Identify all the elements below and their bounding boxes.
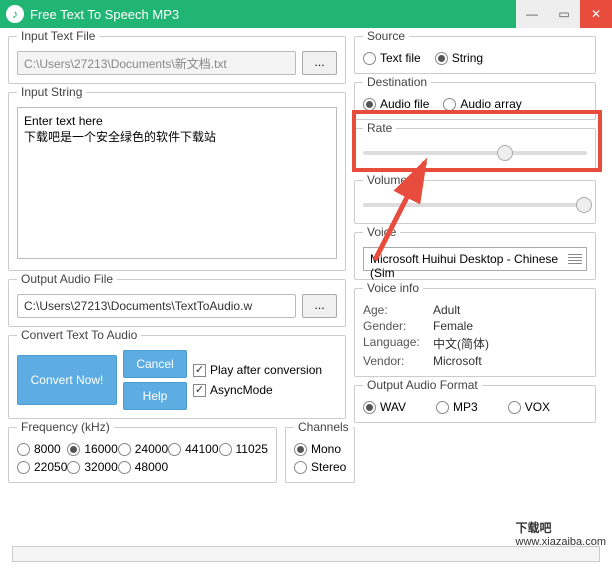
play-after-checkbox[interactable]: Play after conversion (193, 363, 322, 377)
freq-radio-8000[interactable]: 8000 (17, 442, 67, 456)
output-file-path[interactable] (17, 294, 296, 318)
minimize-button[interactable]: — (516, 0, 548, 28)
group-legend: Volume (363, 173, 411, 187)
group-legend: Input Text File (17, 29, 99, 43)
rate-slider[interactable] (363, 143, 587, 163)
group-legend: Source (363, 29, 409, 43)
freq-radio-16000[interactable]: 16000 (67, 442, 117, 456)
channels-group: Channels MonoStereo (285, 427, 355, 483)
format-radio-wav[interactable]: WAV (363, 400, 406, 414)
freq-radio-44100[interactable]: 44100 (168, 442, 218, 456)
format-radio-mp3[interactable]: MP3 (436, 400, 478, 414)
channel-radio-stereo[interactable]: Stereo (294, 460, 346, 474)
rate-group: Rate (354, 128, 596, 172)
voice-info-group: Voice info Age:AdultGender:FemaleLanguag… (354, 288, 596, 377)
group-legend: Frequency (kHz) (17, 420, 114, 434)
voice-info-value: Microsoft (433, 354, 587, 368)
convert-group: Convert Text To Audio Convert Now! Cance… (8, 335, 346, 419)
destination-radio-audio-file[interactable]: Audio file (363, 97, 429, 111)
channel-radio-mono[interactable]: Mono (294, 442, 346, 456)
app-icon: ♪ (6, 5, 24, 23)
freq-radio-32000[interactable]: 32000 (67, 460, 117, 474)
freq-radio-48000[interactable]: 48000 (118, 460, 168, 474)
browse-output-button[interactable]: ... (302, 294, 337, 318)
input-text-file-group: Input Text File ... (8, 36, 346, 84)
group-legend: Voice (363, 225, 400, 239)
progress-bar (12, 546, 600, 562)
voice-info-value: Adult (433, 303, 587, 317)
window-title: Free Text To Speech MP3 (30, 7, 516, 22)
voice-info-value: 中文(简体) (433, 335, 587, 352)
voice-group: Voice Microsoft Huihui Desktop - Chinese… (354, 232, 596, 280)
format-radio-vox[interactable]: VOX (508, 400, 550, 414)
volume-group: Volume (354, 180, 596, 224)
cancel-button[interactable]: Cancel (123, 350, 187, 378)
destination-group: Destination Audio fileAudio array (354, 82, 596, 120)
group-legend: Destination (363, 75, 431, 89)
input-file-path (17, 51, 296, 75)
volume-slider[interactable] (363, 195, 587, 215)
output-format-group: Output Audio Format WAVMP3VOX (354, 385, 596, 423)
freq-radio-11025[interactable]: 11025 (219, 442, 268, 456)
destination-radio-audio-array[interactable]: Audio array (443, 97, 521, 111)
async-mode-checkbox[interactable]: AsyncMode (193, 383, 322, 397)
convert-now-button[interactable]: Convert Now! (17, 355, 117, 405)
voice-info-label: Gender: (363, 319, 433, 333)
group-legend: Output Audio Format (363, 378, 482, 392)
browse-input-button[interactable]: ... (302, 51, 337, 75)
group-legend: Rate (363, 121, 396, 135)
group-legend: Output Audio File (17, 272, 117, 286)
maximize-button[interactable]: ▭ (548, 0, 580, 28)
voice-select[interactable]: Microsoft Huihui Desktop - Chinese (Sim (363, 247, 587, 271)
voice-info-label: Vendor: (363, 354, 433, 368)
group-legend: Channels (294, 420, 353, 434)
watermark: 下载吧 www.xiazaiba.com (516, 519, 606, 548)
close-button[interactable]: ✕ (580, 0, 612, 28)
voice-info-value: Female (433, 319, 587, 333)
group-legend: Input String (17, 85, 86, 99)
voice-info-label: Age: (363, 303, 433, 317)
help-button[interactable]: Help (123, 382, 187, 410)
freq-radio-22050[interactable]: 22050 (17, 460, 67, 474)
output-audio-file-group: Output Audio File ... (8, 279, 346, 327)
source-radio-string[interactable]: String (435, 51, 483, 65)
input-string-group: Input String (8, 92, 346, 271)
source-radio-text-file[interactable]: Text file (363, 51, 421, 65)
source-group: Source Text fileString (354, 36, 596, 74)
freq-radio-24000[interactable]: 24000 (118, 442, 168, 456)
voice-info-label: Language: (363, 335, 433, 352)
group-legend: Convert Text To Audio (17, 328, 141, 342)
titlebar: ♪ Free Text To Speech MP3 — ▭ ✕ (0, 0, 612, 28)
group-legend: Voice info (363, 281, 423, 295)
frequency-group: Frequency (kHz) 800016000240004410011025… (8, 427, 277, 483)
input-string-textarea[interactable] (17, 107, 337, 259)
